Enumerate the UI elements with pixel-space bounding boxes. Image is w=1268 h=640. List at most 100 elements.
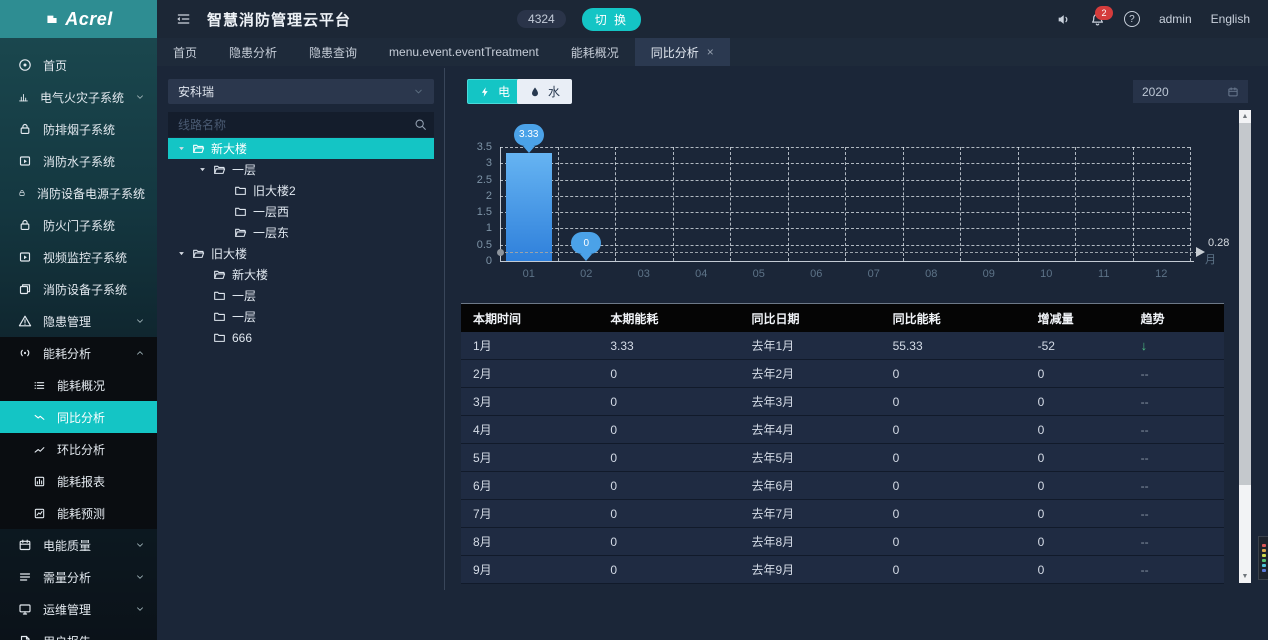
x-axis-tick: 07: [868, 268, 880, 280]
company-select[interactable]: 安科瑞: [168, 79, 434, 104]
sidebar-subitem-9-4[interactable]: 能耗预测: [0, 497, 157, 529]
fold-icon: [175, 11, 191, 27]
tree-node-4[interactable]: 一层东: [168, 222, 434, 243]
sidebar-item-8[interactable]: 隐患管理: [0, 305, 157, 337]
panel-scrollbar[interactable]: ▲ ▼: [1239, 110, 1251, 583]
tab-4[interactable]: 能耗概况: [555, 38, 635, 66]
chevron-down-icon: [135, 604, 145, 614]
x-axis-tick: 12: [1155, 268, 1167, 280]
table-cell: 0: [881, 423, 1026, 437]
average-line: [500, 252, 1198, 253]
sidebar-item-3[interactable]: 消防水子系统: [0, 145, 157, 177]
chevron-down-icon: [135, 316, 145, 326]
tree-node-1[interactable]: 一层: [168, 159, 434, 180]
gridline-v: [788, 147, 789, 261]
tree-node-3[interactable]: 一层西: [168, 201, 434, 222]
switch-button[interactable]: 切 换: [582, 8, 641, 31]
bar-month-01: [506, 153, 552, 261]
table-cell: 3月: [461, 393, 598, 410]
tree-caret-icon[interactable]: [176, 249, 186, 258]
copy-icon: [18, 282, 32, 296]
workspace: 安科瑞 新大楼一层旧大楼2一层西一层东旧大楼新大楼一层一层666 电水 2020…: [157, 66, 1268, 640]
year-picker[interactable]: 2020: [1133, 80, 1248, 103]
table-cell: 0: [1026, 479, 1129, 493]
table-row-8[interactable]: 9月0去年9月00--: [461, 556, 1224, 584]
app-window: Acrel 智慧消防管理云平台 4324 切 换 2 ? admin Engli…: [0, 0, 1268, 640]
table-row-1[interactable]: 2月0去年2月00--: [461, 360, 1224, 388]
table-row-2[interactable]: 3月0去年3月00--: [461, 388, 1224, 416]
scrollbar-down-arrow[interactable]: ▼: [1239, 570, 1251, 583]
panel-divider: [444, 68, 445, 590]
sidebar-item-1[interactable]: 电气火灾子系统: [0, 81, 157, 113]
tab-1[interactable]: 隐患分析: [213, 38, 293, 66]
table-row-6[interactable]: 7月0去年7月00--: [461, 500, 1224, 528]
table-cell: 0: [598, 451, 739, 465]
table-cell: 0: [881, 535, 1026, 549]
bell-icon[interactable]: 2: [1090, 12, 1105, 27]
search-input[interactable]: [168, 118, 406, 132]
folder-icon: [213, 310, 226, 323]
tree-node-5[interactable]: 旧大楼: [168, 243, 434, 264]
table-cell: 9月: [461, 561, 598, 578]
average-value-label: 0.28: [1208, 237, 1229, 249]
tree-node-6[interactable]: 新大楼: [168, 264, 434, 285]
sidebar-item-4[interactable]: 消防设备电源子系统: [0, 177, 157, 209]
sidebar-item-7[interactable]: 消防设备子系统: [0, 273, 157, 305]
sidebar-subitem-9-2[interactable]: 环比分析: [0, 433, 157, 465]
sidebar-item-0[interactable]: 首页: [0, 49, 157, 81]
gridline-v: [903, 147, 904, 261]
bar-chart-icon: [18, 90, 29, 104]
gridline-v: [960, 147, 961, 261]
table-cell: 0: [881, 563, 1026, 577]
tab-5[interactable]: 同比分析×: [635, 38, 730, 66]
scrollbar-up-arrow[interactable]: ▲: [1239, 110, 1251, 123]
search-icon[interactable]: [406, 112, 434, 137]
username[interactable]: admin: [1159, 12, 1192, 26]
tab-0[interactable]: 首页: [157, 38, 213, 66]
toggle-water[interactable]: 水: [517, 79, 572, 104]
tab-2[interactable]: 隐患查询: [293, 38, 373, 66]
chevdown-icon: [135, 572, 145, 582]
trend-indicator: --: [1141, 535, 1149, 549]
table-cell: 55.33: [881, 339, 1026, 353]
help-icon[interactable]: ?: [1124, 11, 1140, 27]
table-row-4[interactable]: 5月0去年5月00--: [461, 444, 1224, 472]
table-row-3[interactable]: 4月0去年4月00--: [461, 416, 1224, 444]
speaker-icon: [1056, 12, 1071, 27]
menu-fold-icon[interactable]: [175, 11, 191, 27]
tree-node-7[interactable]: 一层: [168, 285, 434, 306]
tab-3[interactable]: menu.event.eventTreatment: [373, 38, 555, 66]
sidebar-item-11[interactable]: 需量分析: [0, 561, 157, 593]
sidebar-item-5[interactable]: 防火门子系统: [0, 209, 157, 241]
sidebar-subitem-9-0[interactable]: 能耗概况: [0, 369, 157, 401]
scrollbar-thumb[interactable]: [1239, 123, 1251, 485]
sidebar-subitem-9-1[interactable]: 同比分析: [0, 401, 157, 433]
table-row-5[interactable]: 6月0去年6月00--: [461, 472, 1224, 500]
tree-node-8[interactable]: 一层: [168, 306, 434, 327]
tab-close-icon[interactable]: ×: [707, 46, 714, 58]
tree-node-9[interactable]: 666: [168, 327, 434, 348]
x-axis-tick: 10: [1040, 268, 1052, 280]
table-cell: 0: [881, 507, 1026, 521]
tree-node-2[interactable]: 旧大楼2: [168, 180, 434, 201]
chevron-down-icon: [135, 540, 145, 550]
table-row-0[interactable]: 1月3.33去年1月55.33-52↓: [461, 332, 1224, 360]
calendar-icon: [1227, 86, 1239, 98]
tree-caret-icon[interactable]: [176, 144, 186, 153]
sidebar-item-12[interactable]: 运维管理: [0, 593, 157, 625]
logo-text: Acrel: [65, 9, 113, 30]
tree-caret-icon[interactable]: [197, 165, 207, 174]
volume-icon[interactable]: [1056, 12, 1071, 27]
sidebar-item-10[interactable]: 电能质量: [0, 529, 157, 561]
tree-node-0[interactable]: 新大楼: [168, 138, 434, 159]
sidebar-item-13[interactable]: 用户报告: [0, 625, 157, 640]
table-row-7[interactable]: 8月0去年8月00--: [461, 528, 1224, 556]
language-switch[interactable]: English: [1211, 12, 1250, 26]
table-cell: 0: [598, 563, 739, 577]
sidebar-subitem-9-3[interactable]: 能耗报表: [0, 465, 157, 497]
sidebar-item-9[interactable]: 能耗分析: [0, 337, 157, 369]
sidebar-item-2[interactable]: 防排烟子系统: [0, 113, 157, 145]
sidebar-item-6[interactable]: 视频监控子系统: [0, 241, 157, 273]
table-cell: 0: [598, 479, 739, 493]
toggle-electric[interactable]: 电: [467, 79, 522, 104]
